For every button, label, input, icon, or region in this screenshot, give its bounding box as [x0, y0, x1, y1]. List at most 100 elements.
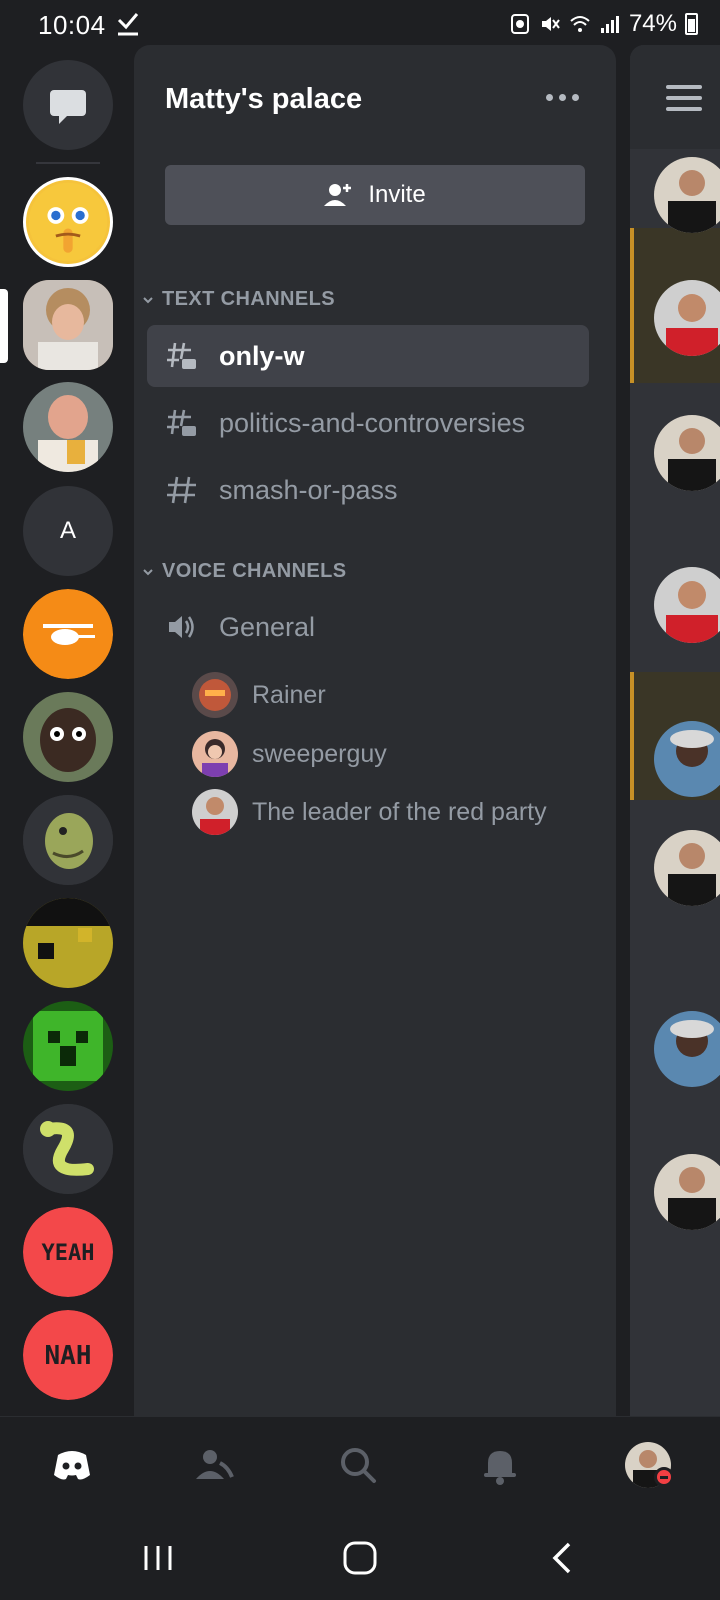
home-tab[interactable] [48, 1441, 96, 1489]
avatar [654, 415, 720, 491]
category-voice-channels[interactable]: VOICE CHANNELS [142, 560, 347, 583]
status-bar: 10:04 74% [0, 0, 720, 50]
avatar [654, 157, 720, 233]
creeper-icon [23, 1001, 113, 1091]
battery-icon [685, 13, 698, 35]
voice-user[interactable]: Rainer [192, 670, 326, 720]
server-icon-shush-emoji[interactable] [23, 177, 113, 267]
category-label: TEXT CHANNELS [162, 288, 335, 310]
bell-icon [484, 1451, 516, 1485]
speaker-icon [169, 616, 194, 638]
voice-channel-general[interactable]: General [147, 596, 589, 658]
yeah-logo-icon: YEAH [23, 1207, 113, 1297]
channel-smash-or-pass[interactable]: smash-or-pass [147, 459, 589, 521]
chat-preview-peek[interactable] [630, 45, 720, 1416]
system-navigation [0, 1516, 720, 1600]
recycle-icon [510, 14, 529, 34]
thread-hash-icon [167, 409, 196, 436]
friends-tab[interactable] [190, 1441, 238, 1489]
search-tab[interactable] [334, 1441, 382, 1489]
rail-divider [36, 162, 100, 164]
channel-politics-and-controversies[interactable]: politics-and-controversies [147, 392, 589, 454]
signal-icon [600, 16, 619, 33]
notifications-tab[interactable] [476, 1441, 524, 1489]
more-options-icon[interactable] [546, 89, 582, 105]
server-icon-nah[interactable]: NAH [23, 1310, 113, 1400]
server-icon-beer-man[interactable] [23, 382, 113, 472]
server-icon-snake[interactable] [23, 1104, 113, 1194]
server-icon-yeah[interactable]: YEAH [23, 1207, 113, 1297]
nah-logo-icon: NAH [23, 1310, 113, 1400]
avatar [654, 280, 720, 356]
server-icon-a[interactable]: A [23, 486, 113, 576]
snake-icon [23, 1104, 113, 1194]
channel-label: only-w [219, 340, 305, 371]
chat-header [630, 45, 720, 149]
dnd-status-icon [654, 1467, 674, 1487]
channel-only-w[interactable]: only-w [147, 325, 589, 387]
server-icon-creeper[interactable] [23, 1001, 113, 1091]
voice-user-name: sweeperguy [252, 739, 387, 768]
invite-button[interactable]: Invite [165, 165, 585, 225]
selected-server-indicator [0, 289, 8, 363]
discord-home-icon [54, 1451, 90, 1480]
battery-percent: 74% [628, 10, 677, 37]
channel-label: smash-or-pass [219, 474, 398, 505]
avatar [192, 731, 238, 777]
direct-messages-button[interactable] [23, 60, 113, 150]
server-icon-face-meme[interactable] [23, 692, 113, 782]
bottom-navigation [0, 1416, 720, 1516]
face-meme-icon [23, 692, 113, 782]
back-icon[interactable] [543, 1538, 583, 1578]
status-time: 10:04 [38, 10, 106, 40]
add-user-icon [324, 184, 352, 206]
svg-text:NAH: NAH [45, 1341, 92, 1371]
server-letter: A [59, 517, 76, 544]
server-icon-lizard[interactable] [23, 795, 113, 885]
channel-label: politics-and-controversies [219, 407, 526, 438]
wifi-icon [570, 16, 590, 32]
check-download-icon [117, 13, 139, 36]
menu-icon[interactable] [666, 85, 702, 111]
avatar [654, 567, 720, 643]
status-icons: 74% [509, 10, 698, 38]
avatar [192, 789, 238, 835]
server-icon-helicopter[interactable] [23, 589, 113, 679]
lizard-icon [23, 795, 113, 885]
server-icon-matty-palace[interactable] [23, 280, 113, 370]
category-text-channels[interactable]: TEXT CHANNELS [142, 288, 335, 311]
pixel-art-icon [23, 898, 113, 988]
invite-label: Invite [368, 181, 426, 208]
home-button-icon[interactable] [340, 1538, 380, 1578]
recent-apps-icon[interactable] [138, 1538, 178, 1578]
voice-user-name: Rainer [252, 680, 326, 709]
voice-user[interactable]: The leader of the red party [192, 787, 547, 837]
search-icon [341, 1448, 376, 1483]
friends-icon [196, 1450, 234, 1479]
category-label: VOICE CHANNELS [162, 560, 347, 582]
chevron-down-icon [143, 296, 153, 303]
mute-icon [541, 17, 560, 31]
beer-man-icon [23, 382, 113, 472]
avatar [654, 1154, 720, 1230]
hash-icon [167, 476, 196, 504]
profile-tab[interactable] [624, 1441, 674, 1489]
chevron-down-icon [143, 568, 153, 575]
avatar [654, 830, 720, 906]
avatar [654, 721, 720, 797]
helicopter-icon [23, 589, 113, 679]
shush-emoji-icon [28, 182, 108, 262]
server-icon-pixel[interactable] [23, 898, 113, 988]
channel-panel: Matty's palace Invite TEXT CHANNELS only… [134, 45, 616, 1416]
avatar [192, 672, 238, 718]
server-rail: A YEAH NAH [0, 50, 134, 1416]
person-photo-icon [23, 280, 113, 370]
thread-hash-icon [167, 342, 196, 369]
voice-user-name: The leader of the red party [252, 797, 547, 826]
chat-bubble-icon [50, 90, 86, 124]
svg-text:YEAH: YEAH [42, 1241, 95, 1266]
server-name[interactable]: Matty's palace [165, 83, 362, 116]
voice-user[interactable]: sweeperguy [192, 729, 387, 779]
avatar [654, 1011, 720, 1087]
channel-label: General [219, 611, 316, 642]
